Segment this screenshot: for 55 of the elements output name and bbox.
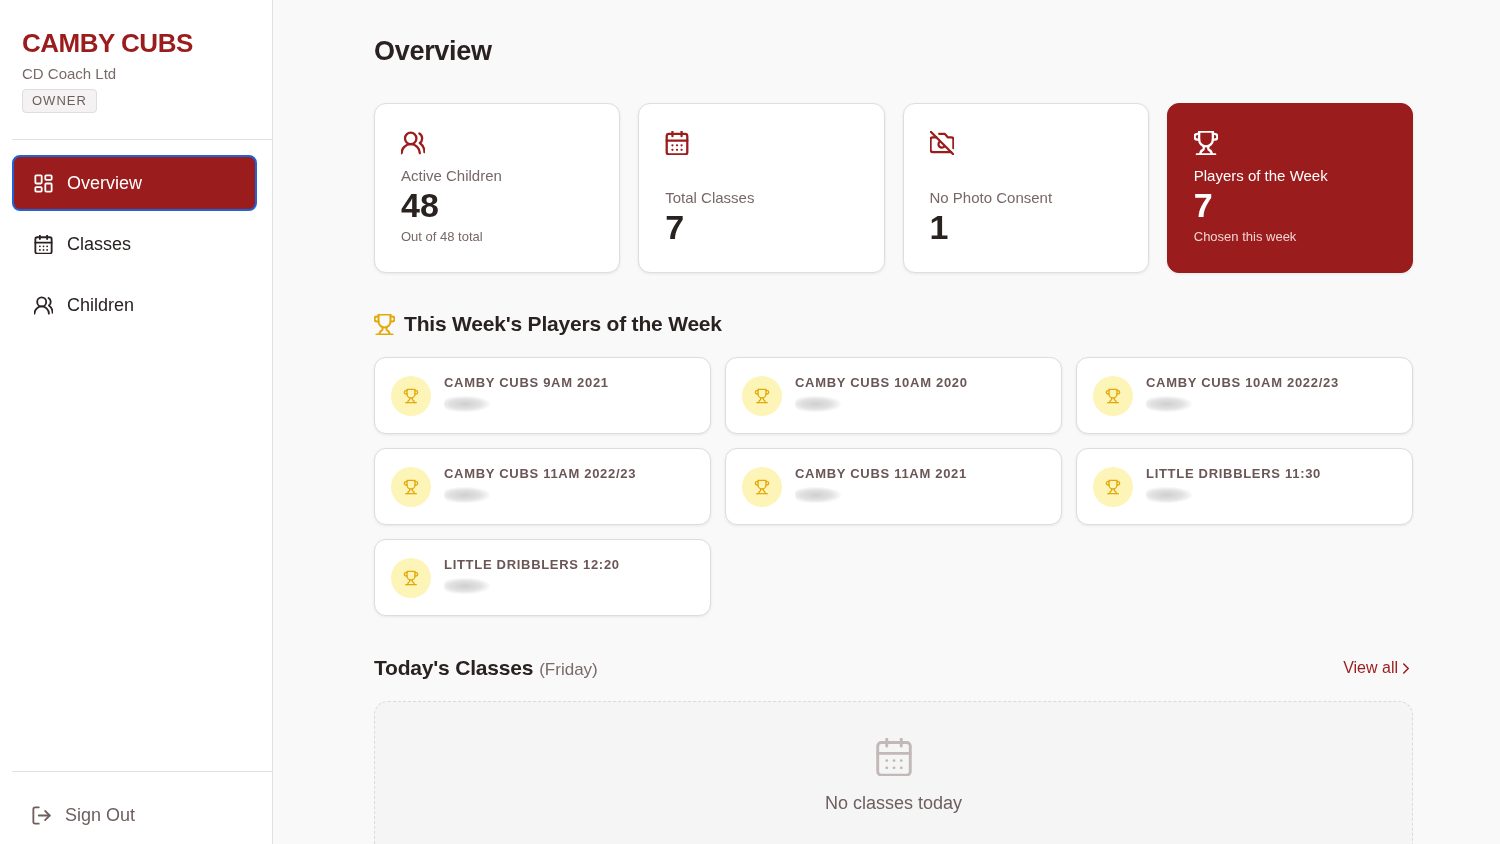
class-name: CAMBY CUBS 9AM 2021 — [444, 373, 609, 392]
sign-out-icon — [32, 805, 51, 825]
stat-label: Active Children — [401, 166, 502, 186]
stat-label: Players of the Week — [1193, 166, 1328, 186]
calendar-icon — [665, 131, 690, 155]
role-badge: OWNER — [22, 89, 97, 113]
calendar-icon — [34, 234, 53, 254]
section-title: This Week's Players of the Week — [404, 312, 722, 336]
nav-item[interactable]: Children — [12, 277, 257, 333]
trophy-icon — [1093, 466, 1133, 507]
calendar-icon — [874, 738, 913, 776]
trophy-icon — [374, 313, 395, 335]
stat-value: 48 — [401, 186, 439, 224]
class-name: CAMBY CUBS 10AM 2022/23 — [1146, 373, 1339, 392]
blurred-name — [795, 395, 841, 412]
blurred-name — [444, 395, 490, 412]
dashboard-grid-icon — [34, 173, 53, 193]
blurred-name — [444, 577, 490, 594]
section-title: Today's Classes — [374, 656, 534, 680]
blurred-name — [795, 486, 841, 503]
brand-title: CAMBY CUBS — [22, 27, 193, 59]
trophy-icon — [391, 466, 431, 507]
stat-value: 7 — [665, 208, 685, 246]
class-name: LITTLE DRIBBLERS 11:30 — [1146, 464, 1322, 483]
class-name: CAMBY CUBS 10AM 2020 — [795, 373, 968, 392]
page-title: Overview — [374, 35, 492, 68]
trophy-icon — [391, 557, 431, 598]
trophy-icon — [1093, 375, 1133, 416]
trophy-icon — [742, 466, 782, 507]
stat-note: Chosen this week — [1193, 228, 1297, 246]
stat-label: Total Classes — [665, 188, 755, 208]
blurred-name — [1146, 486, 1192, 503]
trophy-icon — [391, 375, 431, 416]
nav-item[interactable]: Overview — [12, 155, 257, 211]
day-label: (Friday) — [539, 660, 598, 680]
class-name: CAMBY CUBS 11AM 2022/23 — [444, 464, 637, 483]
chevron-right-icon — [1403, 662, 1409, 674]
stat-label: No Photo Consent — [929, 188, 1053, 208]
stat-value: 7 — [1193, 186, 1213, 224]
nav-item[interactable]: Classes — [12, 216, 257, 272]
view-all-link[interactable]: View all — [1343, 659, 1409, 677]
people-icon — [34, 295, 53, 315]
trophy-icon — [1193, 131, 1218, 155]
people-icon — [401, 131, 425, 155]
stat-note: Out of 48 total — [401, 228, 483, 246]
class-name: LITTLE DRIBBLERS 12:20 — [444, 555, 620, 574]
class-name: CAMBY CUBS 11AM 2021 — [795, 464, 967, 483]
stat-value: 1 — [929, 208, 949, 246]
blurred-name — [1146, 395, 1192, 412]
blurred-name — [444, 486, 490, 503]
trophy-icon — [742, 375, 782, 416]
camera-off-icon — [929, 131, 954, 155]
sign-out-button[interactable]: Sign Out — [12, 794, 156, 836]
organisation-name: CD Coach Ltd — [22, 64, 117, 84]
empty-message: No classes today — [824, 793, 963, 814]
